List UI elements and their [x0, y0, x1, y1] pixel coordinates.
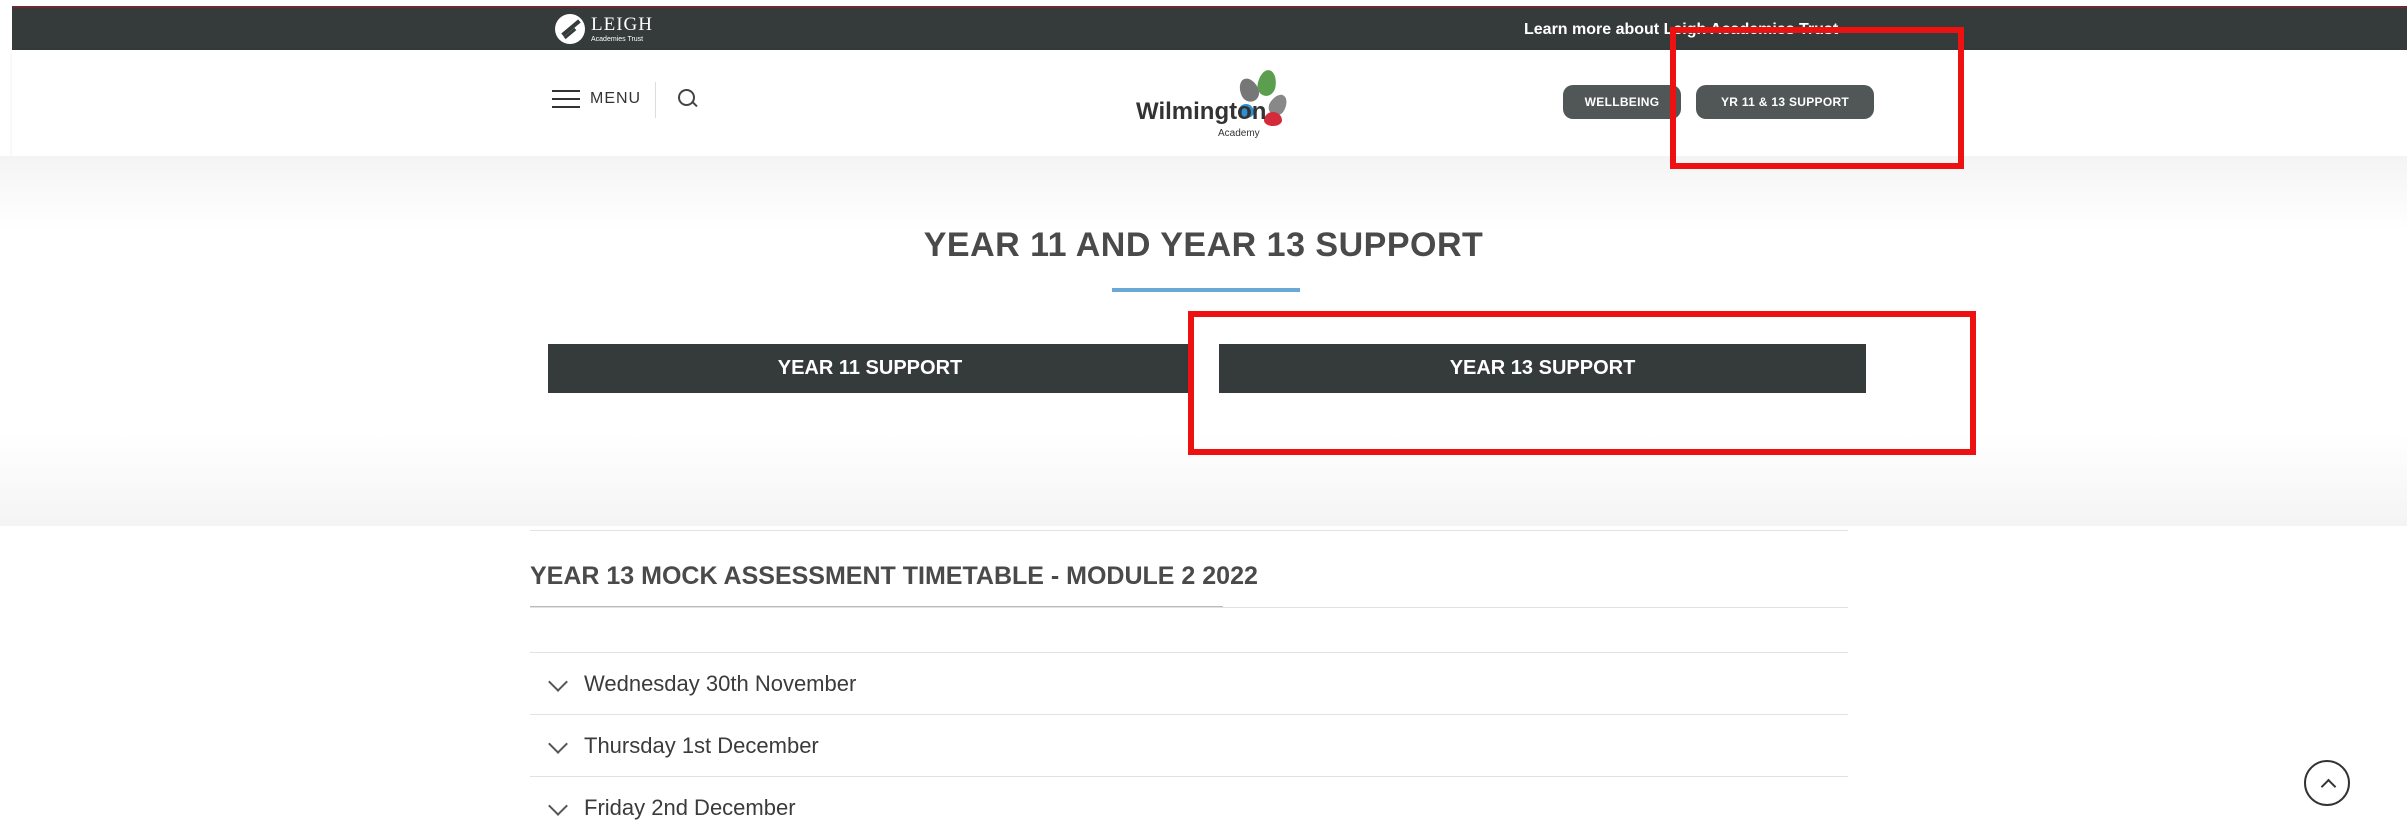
site-header: MENU Wilmington Academy WELLBEING YR 11 …	[12, 50, 2407, 156]
search-icon[interactable]	[677, 88, 699, 110]
accordion-item[interactable]: Friday 2nd December	[530, 776, 1848, 820]
hamburger-icon	[552, 90, 580, 108]
wilmington-academy-logo[interactable]: Wilmington Academy	[1136, 68, 1306, 144]
accordion-label: Thursday 1st December	[584, 732, 819, 758]
title-underline	[1112, 288, 1300, 292]
page-title: YEAR 11 AND YEAR 13 SUPPORT	[923, 226, 1484, 264]
leigh-logo-icon	[555, 14, 585, 44]
leigh-brand-sub: Academies Trust	[591, 36, 644, 43]
title-bottom-rule	[530, 607, 1848, 608]
logo-name: Wilmington	[1136, 98, 1267, 125]
chevron-down-icon	[546, 797, 568, 819]
highlight-box-support-button	[1670, 27, 1964, 169]
menu-label: MENU	[590, 90, 642, 107]
timetable-title: YEAR 13 MOCK ASSESSMENT TIMETABLE - MODU…	[530, 562, 1258, 590]
accordion-item[interactable]: Thursday 1st December	[530, 714, 1848, 776]
logo-sub: Academy	[1218, 128, 1260, 139]
divider	[655, 82, 656, 118]
accordion-item[interactable]: Wednesday 30th November	[530, 652, 1848, 714]
chevron-down-icon	[546, 673, 568, 695]
accordion-label: Friday 2nd December	[584, 794, 796, 820]
chevron-down-icon	[546, 735, 568, 757]
top-bar: LEIGH Academies Trust Learn more about L…	[12, 6, 2407, 50]
scroll-to-top-icon[interactable]	[2304, 760, 2350, 806]
leigh-brand-name: LEIGH	[591, 14, 653, 35]
tab-year-11-support[interactable]: YEAR 11 SUPPORT	[548, 344, 1192, 393]
menu-button[interactable]: MENU	[552, 90, 641, 108]
highlight-box-year-13-tab	[1188, 311, 1976, 455]
wellbeing-button[interactable]: WELLBEING	[1563, 85, 1681, 119]
accordion-label: Wednesday 30th November	[584, 670, 857, 696]
leigh-academies-logo[interactable]: LEIGH Academies Trust	[555, 14, 653, 44]
content-top-rule	[530, 530, 1848, 531]
